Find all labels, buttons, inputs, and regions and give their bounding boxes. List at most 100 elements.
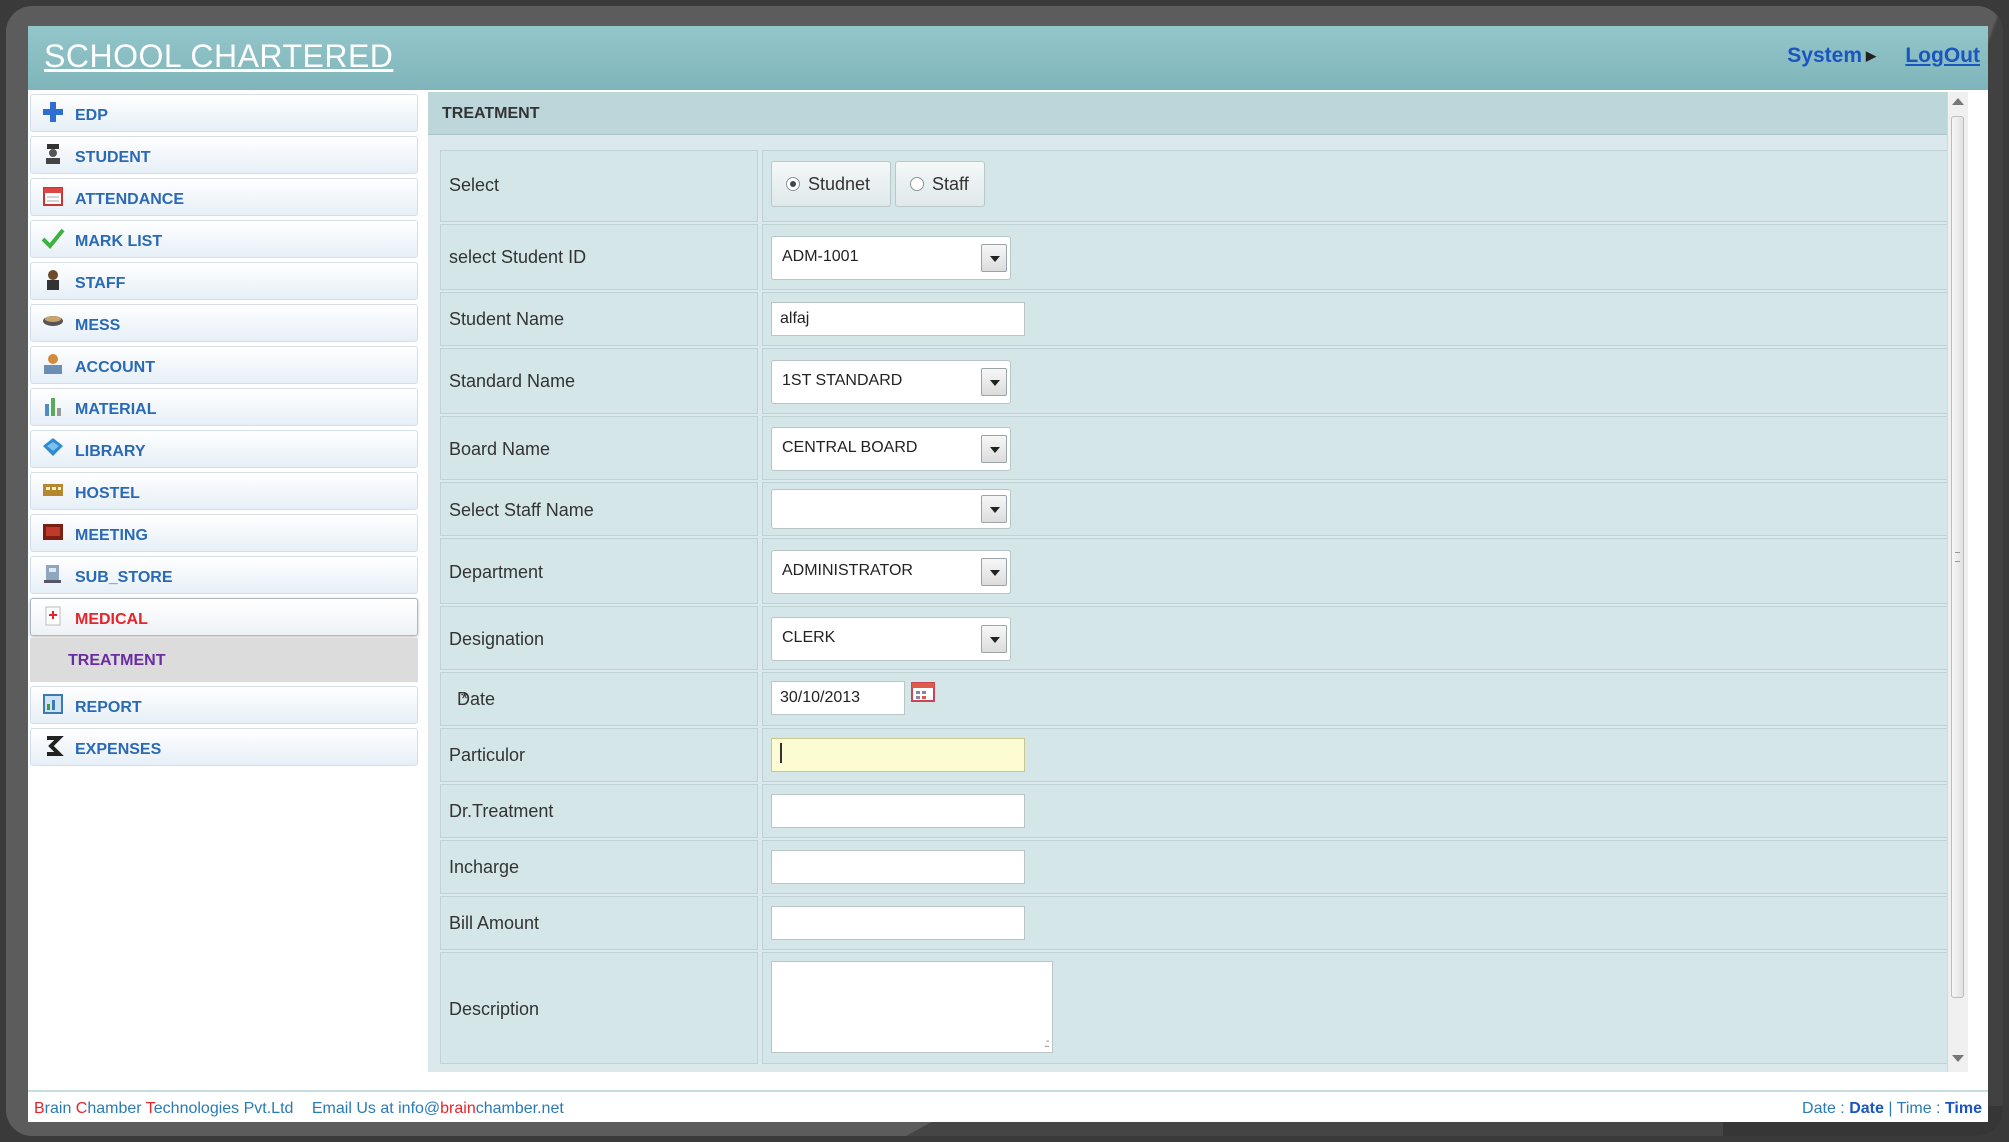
form-row-treatment: Dr.Treatment — [440, 784, 1948, 838]
app-screen: SCHOOL CHARTERED System ▶ LogOut EDP STUD… — [28, 26, 1988, 1122]
chevron-down-icon — [981, 495, 1007, 523]
footer-text: echnologies Pvt.Ltd — [153, 1100, 294, 1117]
student-id-label: select Student ID — [449, 247, 587, 267]
footer-datetime: Date : Date | Time : Time — [1802, 1100, 1982, 1118]
sidebar-item-mess[interactable]: MESS — [30, 304, 418, 342]
sidebar-item-staff[interactable]: STAFF — [30, 262, 418, 300]
footer-letter: C — [75, 1100, 88, 1117]
form-row-bill-amount: Bill Amount — [440, 896, 1948, 950]
radio-staff[interactable]: Staff — [895, 161, 985, 207]
form-row-particular: Particulor — [440, 728, 1948, 782]
form-row-department: Department ADMINISTRATOR — [440, 538, 1948, 604]
sidebar-item-expenses[interactable]: EXPENSES — [30, 728, 418, 766]
designation-value: CLERK — [782, 629, 836, 646]
sidebar-item-meeting[interactable]: MEETING — [30, 514, 418, 552]
sidebar-item-label: HOSTEL — [75, 485, 140, 502]
treatment-input[interactable] — [771, 794, 1025, 828]
sidebar-item-label: MEDICAL — [75, 611, 148, 628]
sidebar-item-label: REPORT — [75, 699, 142, 716]
radio-student-label: Studnet — [808, 174, 871, 194]
form-label-cell: Date * — [440, 672, 758, 726]
student-icon — [41, 142, 65, 166]
form-row-board: Board Name CENTRAL BOARD — [440, 416, 1948, 480]
scroll-up-icon[interactable] — [1952, 98, 1964, 105]
footer-email-link[interactable]: Email Us at info@brainchamber.net — [312, 1100, 564, 1117]
sidebar-item-sub-store[interactable]: SUB_STORE — [30, 556, 418, 594]
radio-student[interactable]: Studnet — [771, 161, 891, 207]
form-label-cell: Select Staff Name — [440, 482, 758, 536]
sidebar-item-student[interactable]: STUDENT — [30, 136, 418, 174]
sidebar-item-label: MATERIAL — [75, 401, 157, 418]
form-value-cell: .:: — [762, 952, 1948, 1064]
meeting-icon — [41, 520, 65, 544]
incharge-input[interactable] — [771, 850, 1025, 884]
logout-link[interactable]: LogOut — [1905, 44, 1980, 68]
form-row-select: Select Studnet Staff — [440, 150, 1948, 222]
form-label-cell: Bill Amount — [440, 896, 758, 950]
footer-time-label: Time : — [1896, 1100, 1945, 1117]
sidebar-item-account[interactable]: ACCOUNT — [30, 346, 418, 384]
sidebar-item-hostel[interactable]: HOSTEL — [30, 472, 418, 510]
vertical-scrollbar[interactable] — [1947, 92, 1968, 1072]
sidebar-subitem-label: TREATMENT — [68, 652, 166, 669]
description-textarea[interactable]: .:: — [771, 961, 1053, 1053]
sidebar-item-report[interactable]: REPORT — [30, 686, 418, 724]
staff-name-select[interactable] — [771, 489, 1011, 529]
panel-title: TREATMENT — [442, 105, 540, 122]
sidebar-item-material[interactable]: MATERIAL — [30, 388, 418, 426]
calendar-icon[interactable] — [911, 680, 935, 702]
footer-date-label: Date : — [1802, 1100, 1850, 1117]
student-name-input[interactable]: alfaj — [771, 302, 1025, 336]
sidebar-item-label: LIBRARY — [75, 443, 146, 460]
scroll-down-icon[interactable] — [1952, 1055, 1964, 1062]
system-menu[interactable]: System ▶ — [1787, 44, 1876, 68]
form-row-date: Date * 30/10/2013 — [440, 672, 1948, 726]
bill-amount-input[interactable] — [771, 906, 1025, 940]
system-menu-label: System — [1787, 44, 1862, 67]
scroll-thumb[interactable] — [1951, 116, 1964, 998]
footer-email-text: chamber.net — [475, 1100, 564, 1117]
form-label-cell: Board Name — [440, 416, 758, 480]
standard-label: Standard Name — [449, 371, 576, 391]
medical-icon — [41, 604, 65, 628]
sidebar-item-edp[interactable]: EDP — [30, 94, 418, 132]
student-id-select[interactable]: ADM-1001 — [771, 236, 1011, 280]
treatment-label: Dr.Treatment — [449, 801, 554, 821]
designation-select[interactable]: CLERK — [771, 617, 1011, 661]
sidebar-item-medical[interactable]: MEDICAL — [30, 598, 418, 636]
department-select[interactable]: ADMINISTRATOR — [771, 550, 1011, 594]
app-title[interactable]: SCHOOL CHARTERED — [44, 38, 393, 75]
main-content: TREATMENT Select Studnet Staff select St… — [428, 92, 1968, 1072]
sidebar-item-mark-list[interactable]: MARK LIST — [30, 220, 418, 258]
hostel-icon — [41, 478, 65, 502]
form-row-designation: Designation CLERK — [440, 606, 1948, 670]
footer-date-value: Date — [1849, 1100, 1884, 1117]
board-select[interactable]: CENTRAL BOARD — [771, 427, 1011, 471]
app-header: SCHOOL CHARTERED System ▶ LogOut — [28, 26, 1988, 90]
radio-staff-label: Staff — [932, 174, 969, 194]
sidebar-item-library[interactable]: LIBRARY — [30, 430, 418, 468]
sidebar-item-label: MARK LIST — [75, 233, 163, 250]
app-footer: Brain Chamber Technologies Pvt.Ltd Email… — [28, 1090, 1988, 1122]
report-icon — [41, 692, 65, 716]
chevron-down-icon — [981, 558, 1007, 586]
resize-grip-icon[interactable]: .:: — [1044, 1036, 1050, 1050]
account-icon — [41, 352, 65, 376]
form-label-cell: Designation — [440, 606, 758, 670]
form-value-cell — [762, 482, 1948, 536]
form-value-cell: 30/10/2013 — [762, 672, 1948, 726]
particular-input[interactable] — [771, 738, 1025, 772]
form-row-standard: Standard Name 1ST STANDARD — [440, 348, 1948, 414]
incharge-label: Incharge — [449, 857, 520, 877]
department-value: ADMINISTRATOR — [782, 562, 913, 579]
form-row-incharge: Incharge — [440, 840, 1948, 894]
standard-select[interactable]: 1ST STANDARD — [771, 360, 1011, 404]
form-value-cell — [762, 728, 1948, 782]
radio-student-dot — [786, 177, 800, 191]
sidebar-item-attendance[interactable]: ATTENDANCE — [30, 178, 418, 216]
select-label: Select — [449, 175, 500, 195]
sidebar-subitem-treatment[interactable]: TREATMENT — [30, 638, 418, 682]
form-label-cell: Particulor — [440, 728, 758, 782]
date-input[interactable]: 30/10/2013 — [771, 681, 905, 715]
form-label-cell: Department — [440, 538, 758, 604]
